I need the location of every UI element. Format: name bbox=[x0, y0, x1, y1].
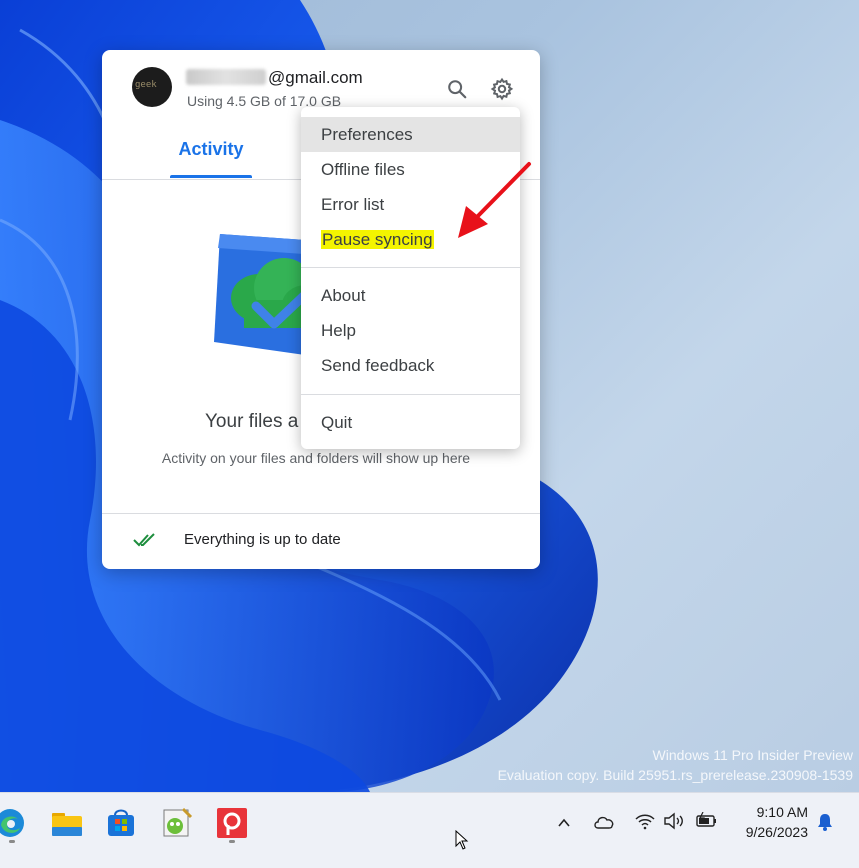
watermark-line-2: Evaluation copy. Build 25951.rs_prerelea… bbox=[497, 767, 853, 783]
edge-icon[interactable] bbox=[0, 807, 26, 839]
empty-state-description: Activity on your files and folders will … bbox=[161, 450, 471, 466]
empty-state-title: Your files a bbox=[205, 411, 299, 432]
chevron-up-icon[interactable] bbox=[556, 815, 572, 831]
notepad-icon[interactable] bbox=[161, 807, 193, 839]
menu-item-send-feedback[interactable]: Send feedback bbox=[301, 348, 520, 383]
pause-syncing-label: Pause syncing bbox=[321, 230, 434, 249]
tab-activity[interactable]: Activity bbox=[170, 138, 252, 178]
account-email: @gmail.com bbox=[268, 68, 363, 87]
gear-icon bbox=[490, 77, 514, 101]
volume-icon[interactable] bbox=[663, 812, 685, 830]
running-indicator bbox=[9, 840, 15, 843]
menu-divider bbox=[301, 394, 520, 395]
notification-bell-icon[interactable] bbox=[815, 812, 835, 832]
microsoft-store-icon[interactable] bbox=[105, 807, 137, 839]
wifi-icon[interactable] bbox=[634, 812, 656, 830]
status-divider bbox=[102, 513, 540, 514]
menu-item-help[interactable]: Help bbox=[301, 313, 520, 348]
file-explorer-icon[interactable] bbox=[51, 807, 83, 839]
clock-date: 9/26/2023 bbox=[745, 824, 808, 840]
taskbar: 9:10 AM 9/26/2023 bbox=[0, 792, 859, 868]
avatar[interactable]: geek bbox=[132, 67, 172, 107]
running-indicator bbox=[229, 840, 235, 843]
clock-time: 9:10 AM bbox=[756, 804, 808, 820]
windows-watermark: Windows 11 Pro Insider Preview Evaluatio… bbox=[498, 745, 853, 785]
annotation-arrow-icon bbox=[458, 162, 531, 238]
watermark-line-1: Windows 11 Pro Insider Preview bbox=[652, 747, 853, 763]
menu-item-about[interactable]: About bbox=[301, 278, 520, 313]
tab-activity-indicator bbox=[170, 175, 252, 178]
mouse-cursor-icon bbox=[455, 830, 469, 850]
sync-status: Everything is up to date bbox=[184, 531, 341, 548]
menu-item-preferences[interactable]: Preferences bbox=[301, 117, 520, 152]
menu-item-quit[interactable]: Quit bbox=[301, 405, 520, 440]
email-redaction bbox=[186, 69, 266, 85]
menu-divider bbox=[301, 267, 520, 268]
app-p-icon[interactable] bbox=[216, 807, 248, 839]
onedrive-icon[interactable] bbox=[593, 813, 615, 831]
search-icon bbox=[448, 80, 467, 99]
avatar-label: geek bbox=[135, 80, 157, 90]
search-button[interactable] bbox=[442, 74, 472, 104]
battery-icon[interactable] bbox=[694, 812, 718, 830]
double-check-icon bbox=[133, 533, 155, 547]
settings-button[interactable] bbox=[487, 74, 517, 104]
clock[interactable]: 9:10 AM 9/26/2023 bbox=[720, 802, 808, 842]
